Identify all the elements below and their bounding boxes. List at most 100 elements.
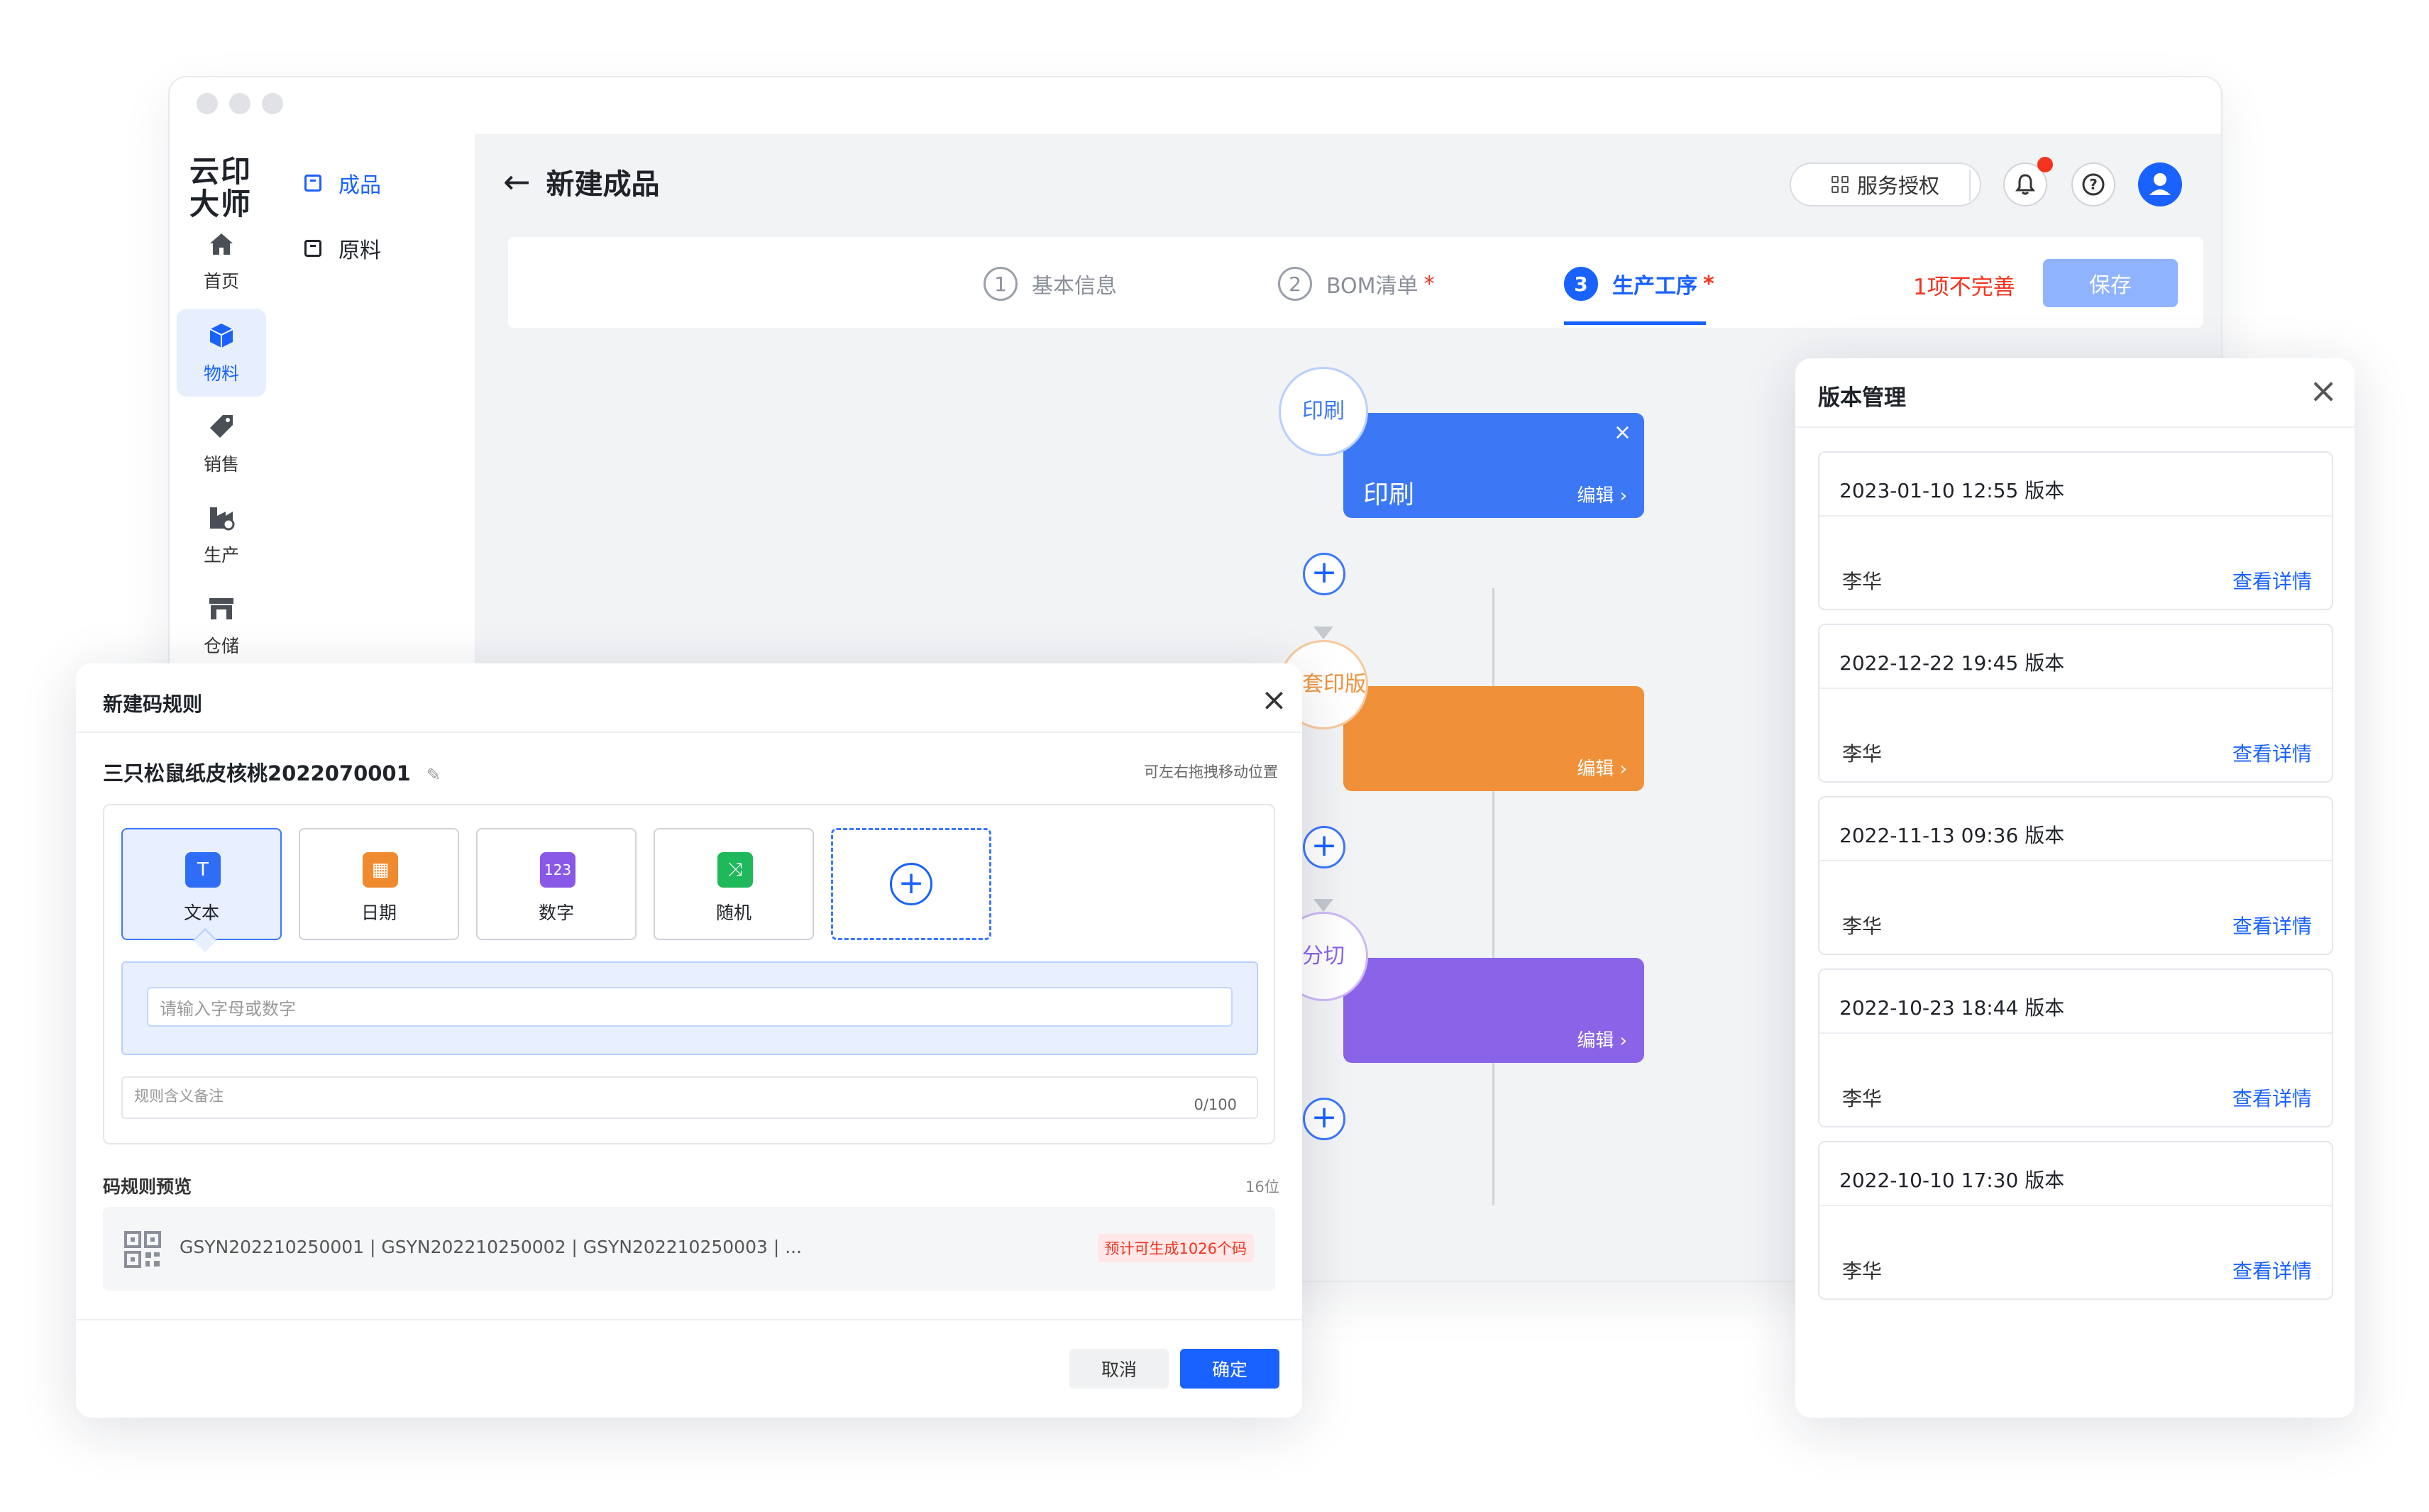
divider	[1819, 1032, 2332, 1034]
remark-placeholder: 规则含义备注	[134, 1088, 224, 1105]
segment-tile-date[interactable]: ▦ 日期	[299, 828, 459, 940]
segment-tile-random[interactable]: ⤨ 随机	[654, 828, 814, 940]
dialog-title: 新建码规则	[103, 692, 203, 716]
process-node-printing[interactable]: × 印刷 编辑 ›	[1343, 413, 1644, 518]
preview-bit-length: 16位	[1245, 1179, 1279, 1196]
new-code-rule-dialog: 新建码规则 × 三只松鼠纸皮核桃2022070001 ✎ 可左右拖拽移动位置 T…	[76, 663, 1302, 1418]
cancel-button[interactable]: 取消	[1069, 1349, 1169, 1389]
warehouse-icon	[209, 598, 233, 619]
close-icon[interactable]: ×	[1614, 420, 1631, 445]
preview-row: GSYN202210250001 | GSYN202210250002 | GS…	[103, 1207, 1275, 1291]
rail-label: 首页	[203, 271, 239, 292]
add-process-button[interactable]: +	[1303, 826, 1345, 868]
arrow-left-icon[interactable]: ←	[503, 162, 531, 201]
shuffle-icon: ⤨	[717, 852, 753, 888]
page-title: 新建成品	[546, 168, 660, 201]
version-author: 李华	[1842, 570, 1883, 593]
help-button[interactable]: ?	[2071, 162, 2115, 206]
version-author: 李华	[1842, 915, 1883, 938]
node-title: 印刷	[1363, 480, 1415, 509]
app-logo: 云印大师	[189, 154, 252, 221]
step-number: 3	[1564, 267, 1598, 301]
service-auth-label: 服务授权	[1856, 174, 1939, 198]
add-segment-tile[interactable]: +	[831, 828, 991, 940]
node-edit-link[interactable]: 编辑 ›	[1577, 754, 1627, 780]
rule-name[interactable]: 三只松鼠纸皮核桃2022070001 ✎	[103, 757, 441, 787]
cube-icon	[209, 324, 233, 348]
notification-badge	[2037, 157, 2053, 172]
process-node-plate-set[interactable]: 编辑 ›	[1343, 686, 1644, 791]
rail-item-production[interactable]: 生产	[177, 490, 266, 578]
add-process-button[interactable]: +	[1303, 1098, 1345, 1140]
grid-icon	[1831, 176, 1849, 193]
confirm-button[interactable]: 确定	[1180, 1349, 1279, 1389]
tile-label: 数字	[538, 903, 574, 923]
step-label: BOM清单	[1326, 274, 1419, 299]
rule-name-text: 三只松鼠纸皮核桃2022070001	[103, 761, 411, 785]
rail-label: 仓储	[203, 636, 239, 656]
version-datetime: 2022-12-22 19:45 版本	[1839, 651, 2065, 675]
rail-item-warehouse[interactable]: 仓储	[177, 581, 266, 669]
home-icon	[210, 233, 233, 255]
rail-item-sales[interactable]: 销售	[177, 399, 266, 487]
secnav-label: 原料	[338, 238, 381, 263]
close-icon[interactable]: ×	[2309, 371, 2337, 411]
divider	[1819, 688, 2332, 689]
factory-icon	[210, 507, 235, 531]
window-control-dot[interactable]	[229, 93, 250, 114]
version-datetime: 2022-11-13 09:36 版本	[1839, 824, 2065, 847]
divider	[1795, 426, 2354, 428]
step-basic-info[interactable]: 1 基本信息	[984, 265, 1117, 302]
view-details-link[interactable]: 查看详情	[2232, 739, 2312, 767]
header-divider	[1969, 170, 1971, 201]
step-production-process[interactable]: 3 生产工序 *	[1564, 265, 1714, 302]
help-icon: ?	[2082, 173, 2105, 196]
segment-tile-number[interactable]: 123 数字	[476, 828, 637, 940]
window-control-dot[interactable]	[197, 93, 218, 114]
segment-text-input[interactable]: 请输入字母或数字	[147, 987, 1233, 1027]
box-icon	[304, 175, 321, 192]
window-control-dot[interactable]	[262, 93, 283, 114]
view-details-link[interactable]: 查看详情	[2232, 1083, 2312, 1112]
active-step-indicator	[1564, 321, 1706, 325]
step-number: 2	[1278, 267, 1312, 301]
rail-label: 销售	[203, 454, 239, 475]
version-datetime: 2023-01-10 12:55 版本	[1839, 479, 2065, 502]
step-label: 基本信息	[1032, 274, 1117, 299]
step-bom-list[interactable]: 2 BOM清单 *	[1278, 265, 1435, 302]
add-process-button[interactable]: +	[1303, 553, 1345, 595]
view-details-link[interactable]: 查看详情	[2232, 566, 2312, 595]
svg-text:?: ?	[2089, 176, 2098, 193]
pencil-icon[interactable]: ✎	[426, 765, 441, 785]
version-management-panel: 版本管理 × 2023-01-10 12:55 版本 李华 查看详情 2022-…	[1795, 358, 2354, 1418]
node-edit-link[interactable]: 编辑 ›	[1577, 1026, 1627, 1052]
secnav-item-finished-goods[interactable]: 成品	[304, 165, 381, 201]
view-details-link[interactable]: 查看详情	[2232, 911, 2312, 939]
version-datetime: 2022-10-23 18:44 版本	[1839, 996, 2065, 1020]
save-button[interactable]: 保存	[2043, 259, 2178, 307]
version-author: 李华	[1842, 1087, 1883, 1110]
flow-connector	[1492, 588, 1494, 1205]
process-node-slitting[interactable]: 编辑 ›	[1343, 958, 1644, 1063]
remark-textarea[interactable]: 规则含义备注 0/100	[121, 1076, 1258, 1119]
box-icon	[304, 240, 321, 257]
rail-item-home[interactable]: 首页	[177, 216, 266, 304]
segment-tile-text[interactable]: T 文本	[121, 828, 282, 940]
secnav-label: 成品	[338, 173, 381, 198]
node-edit-link[interactable]: 编辑 ›	[1577, 481, 1627, 507]
user-avatar[interactable]	[2138, 162, 2182, 206]
view-details-link[interactable]: 查看详情	[2232, 1256, 2312, 1284]
page-header: ← 新建成品	[503, 161, 660, 202]
rail-item-materials[interactable]: 物料	[177, 309, 266, 397]
service-auth-button[interactable]: 服务授权	[1790, 162, 1981, 206]
version-author: 李华	[1842, 1259, 1883, 1283]
node-circle-label: 印刷	[1279, 367, 1368, 456]
preview-codes: GSYN202210250001 | GSYN202210250002 | GS…	[180, 1237, 803, 1257]
qr-code-icon	[124, 1231, 161, 1268]
required-mark: *	[1423, 271, 1435, 297]
version-datetime: 2022-10-10 17:30 版本	[1839, 1169, 2065, 1192]
step-label: 生产工序	[1612, 274, 1697, 299]
close-icon[interactable]: ×	[1261, 682, 1287, 718]
secnav-item-raw-materials[interactable]: 原料	[304, 231, 381, 266]
plus-icon: +	[890, 863, 932, 905]
